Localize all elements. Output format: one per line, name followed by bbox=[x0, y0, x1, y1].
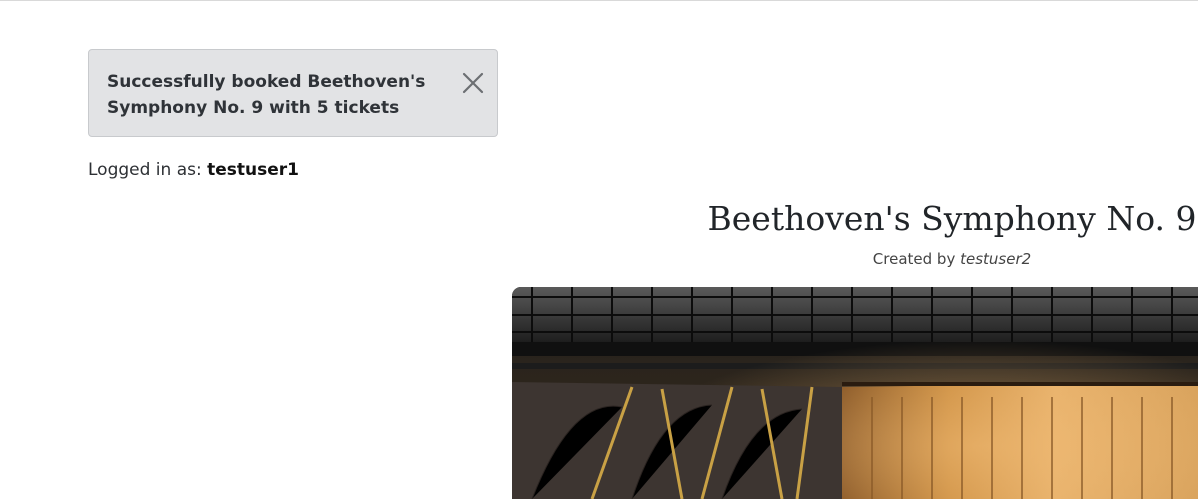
event-creator: Created by testuser2 bbox=[700, 248, 1198, 270]
login-prefix: Logged in as: bbox=[88, 160, 202, 180]
event-title: Beethoven's Symphony No. 9 bbox=[707, 199, 1197, 238]
creator-name: testuser2 bbox=[960, 250, 1032, 268]
event-image bbox=[512, 287, 1198, 499]
created-by-label: Created by bbox=[872, 250, 956, 268]
booking-success-toast: Successfully booked Beethoven's Symphony… bbox=[88, 49, 498, 137]
login-status: Logged in as: testuser1 bbox=[88, 158, 299, 182]
close-icon[interactable] bbox=[460, 70, 486, 96]
toast-message: Successfully booked Beethoven's Symphony… bbox=[107, 72, 426, 118]
logged-in-username: testuser1 bbox=[207, 160, 299, 180]
top-divider bbox=[0, 0, 1198, 1]
